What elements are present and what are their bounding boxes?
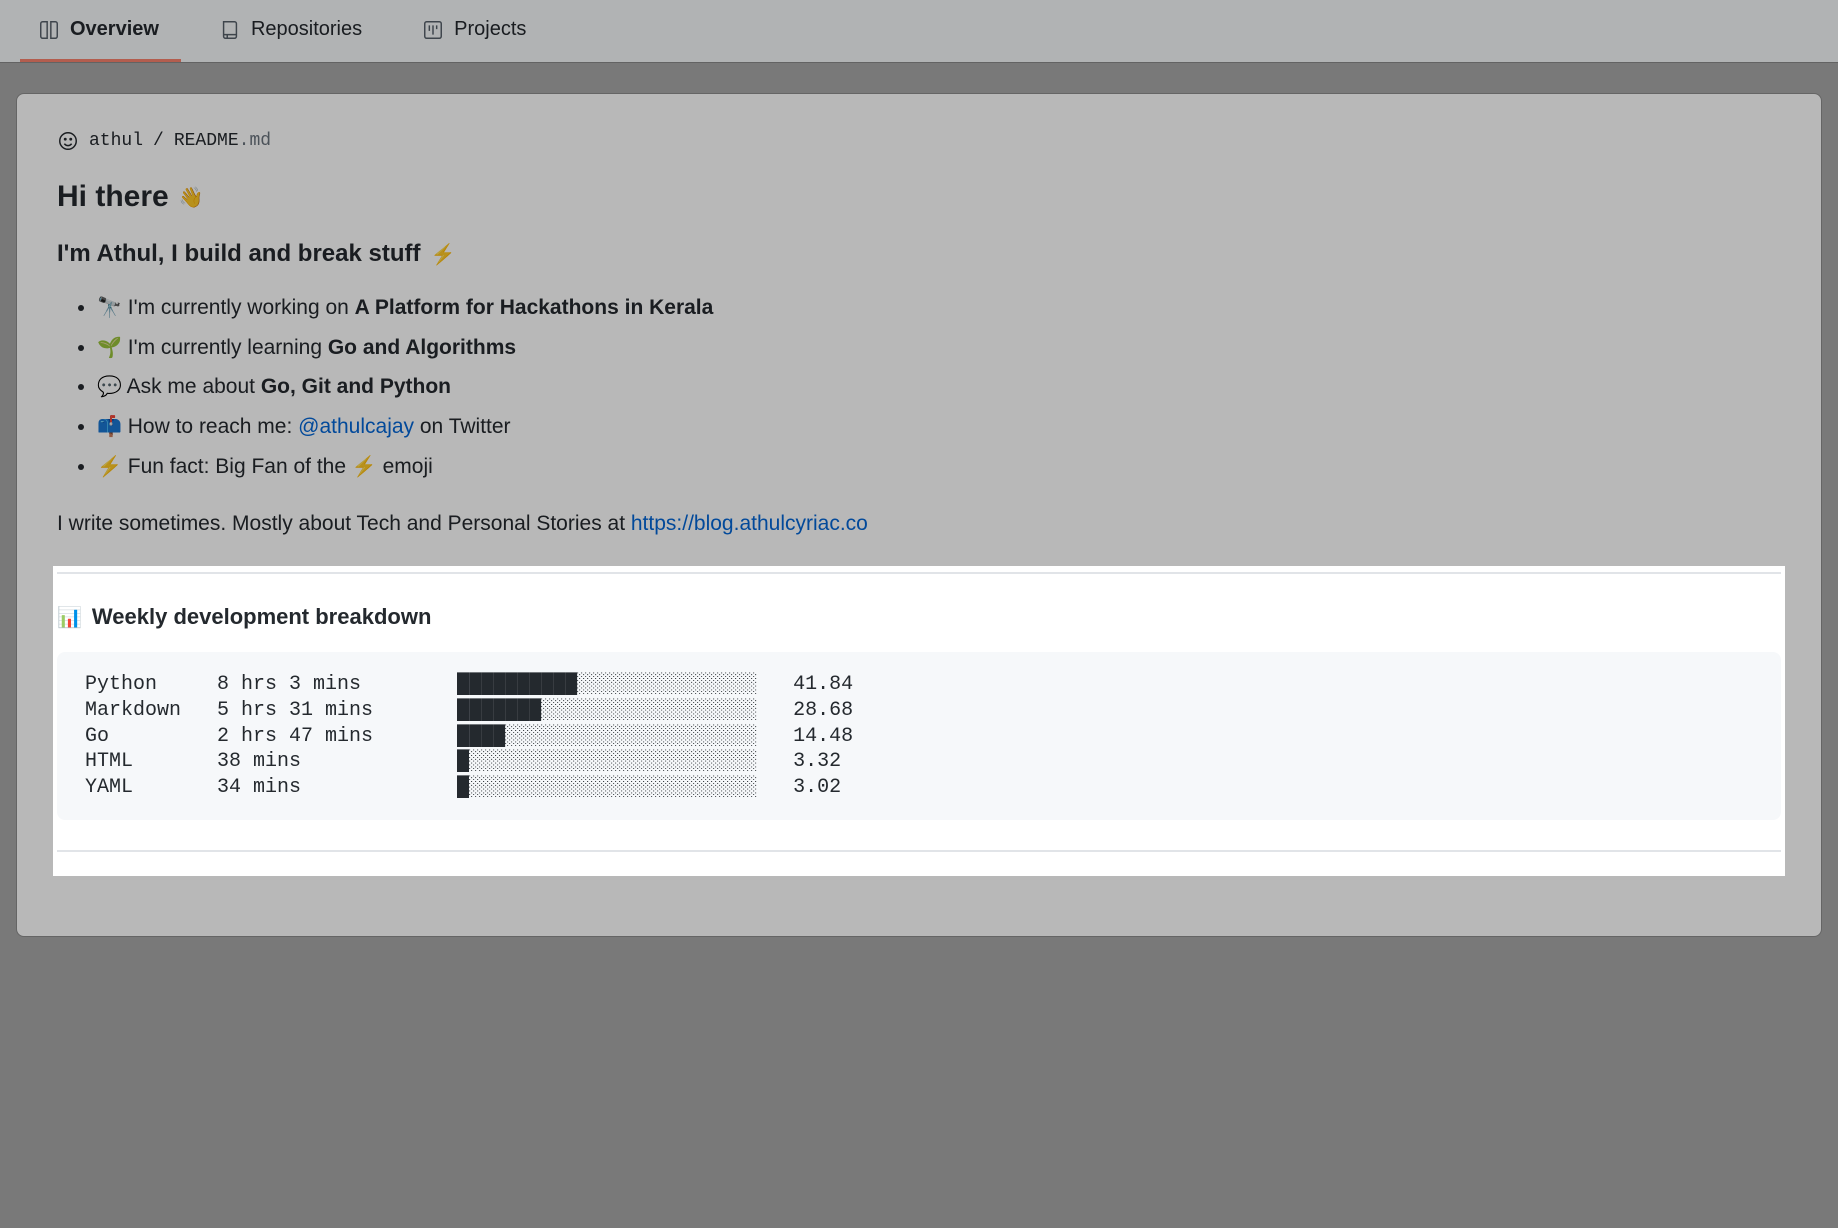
profile-readme-card: athul / README.md Hi there 👋 I'm Athul, … <box>16 93 1822 937</box>
readme-sep: / <box>153 131 164 151</box>
bullet-bold: A Platform for Hackathons in Kerala <box>355 296 714 319</box>
divider <box>57 572 1781 574</box>
subtitle-text: I'm Athul, I build and break stuff <box>57 240 421 268</box>
tab-overview[interactable]: Overview <box>20 0 181 62</box>
bar-chart-emoji: 📊 <box>57 605 82 630</box>
breakdown-title-text: Weekly development breakdown <box>92 604 431 630</box>
readme-user: athul <box>89 131 143 151</box>
smiley-icon <box>57 130 79 152</box>
zap-emoji: ⚡ <box>431 242 456 267</box>
bullet-text: I'm currently working on <box>128 296 355 319</box>
profile-tabs: Overview Repositories Projects <box>0 0 1838 63</box>
bullet-after: on Twitter <box>414 415 511 438</box>
bullet-bold: Go, Git and Python <box>261 375 451 398</box>
readme-title: Hi there 👋 <box>57 180 1781 214</box>
divider <box>57 850 1781 852</box>
seedling-emoji: 🌱 <box>97 337 122 359</box>
book-icon <box>38 19 60 41</box>
telescope-emoji: 🔭 <box>97 297 122 319</box>
twitter-link[interactable]: @athulcajay <box>298 415 414 438</box>
bullet-text: How to reach me: <box>128 415 298 438</box>
tab-label: Overview <box>70 18 159 41</box>
bullet-fun-fact: ⚡ Fun fact: Big Fan of the ⚡ emoji <box>97 449 1781 485</box>
bullet-reach-me: 📫 How to reach me: @athulcajay on Twitte… <box>97 409 1781 445</box>
bullet-bold: Go and Algorithms <box>328 336 516 359</box>
title-text: Hi there <box>57 180 169 214</box>
breakdown-title: 📊 Weekly development breakdown <box>57 604 1781 630</box>
readme-ext: .md <box>239 131 271 151</box>
zap-emoji-inline: ⚡ <box>352 456 377 478</box>
blog-link[interactable]: https://blog.athulcyriac.co <box>631 512 868 535</box>
mailbox-emoji: 📫 <box>97 416 122 438</box>
tab-repositories[interactable]: Repositories <box>201 0 384 62</box>
repo-icon <box>219 19 241 41</box>
bullet-text: I'm currently learning <box>128 336 328 359</box>
readme-file: README <box>174 131 239 151</box>
bullet-after: emoji <box>377 455 433 478</box>
readme-bullets: 🔭 I'm currently working on A Platform fo… <box>57 290 1781 484</box>
blog-text: I write sometimes. Mostly about Tech and… <box>57 512 631 535</box>
weekly-breakdown-section: 📊 Weekly development breakdown Python 8 … <box>53 566 1785 876</box>
bullet-working-on: 🔭 I'm currently working on A Platform fo… <box>97 290 1781 326</box>
tab-projects[interactable]: Projects <box>404 0 548 62</box>
project-icon <box>422 19 444 41</box>
bullet-ask-me: 💬 Ask me about Go, Git and Python <box>97 369 1781 405</box>
bullet-text: Ask me about <box>127 375 261 398</box>
readme-subtitle: I'm Athul, I build and break stuff ⚡ <box>57 240 1781 268</box>
wave-emoji: 👋 <box>179 185 204 210</box>
zap-emoji: ⚡ <box>97 456 122 478</box>
tab-label: Repositories <box>251 18 362 41</box>
tab-label: Projects <box>454 18 526 41</box>
bullet-text: Fun fact: Big Fan of the <box>128 455 352 478</box>
speech-emoji: 💬 <box>97 376 122 398</box>
readme-path: athul / README.md <box>57 130 1781 152</box>
bullet-learning: 🌱 I'm currently learning Go and Algorith… <box>97 330 1781 366</box>
blog-line: I write sometimes. Mostly about Tech and… <box>57 512 1781 536</box>
breakdown-code-block: Python 8 hrs 3 mins ██████████░░░░░░░░░░… <box>57 652 1781 820</box>
